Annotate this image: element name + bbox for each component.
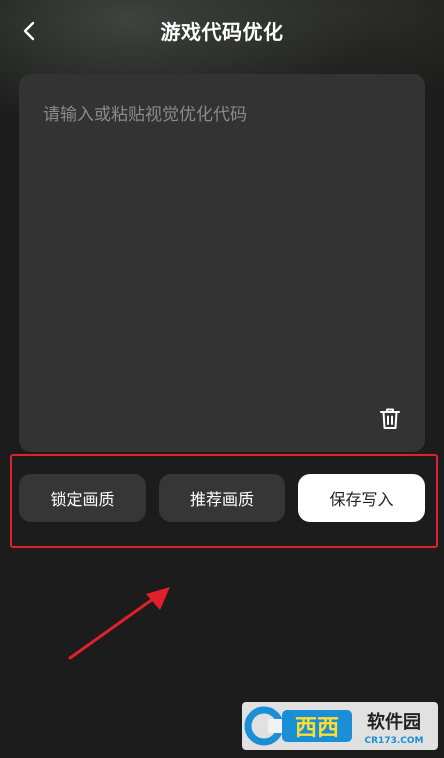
save-write-button[interactable]: 保存写入: [298, 474, 425, 522]
recommend-quality-button[interactable]: 推荐画质: [159, 474, 285, 522]
lock-quality-button[interactable]: 锁定画质: [19, 474, 146, 522]
clear-button[interactable]: [377, 406, 403, 432]
header-bar: 游戏代码优化: [0, 0, 444, 60]
watermark-site: CR173.COM: [365, 736, 424, 746]
annotation-arrow-icon: [68, 587, 170, 660]
page-title: 游戏代码优化: [160, 20, 284, 44]
code-editor-panel: [19, 74, 425, 452]
trash-icon: [380, 408, 400, 429]
watermark-logo: 西西 软件园 CR173.COM: [242, 702, 438, 750]
watermark-graphic: 西西 软件园 CR173.COM: [242, 702, 438, 750]
code-input[interactable]: [19, 74, 425, 452]
watermark-brand: 西西: [295, 716, 339, 741]
watermark-text: 软件园: [367, 711, 421, 733]
